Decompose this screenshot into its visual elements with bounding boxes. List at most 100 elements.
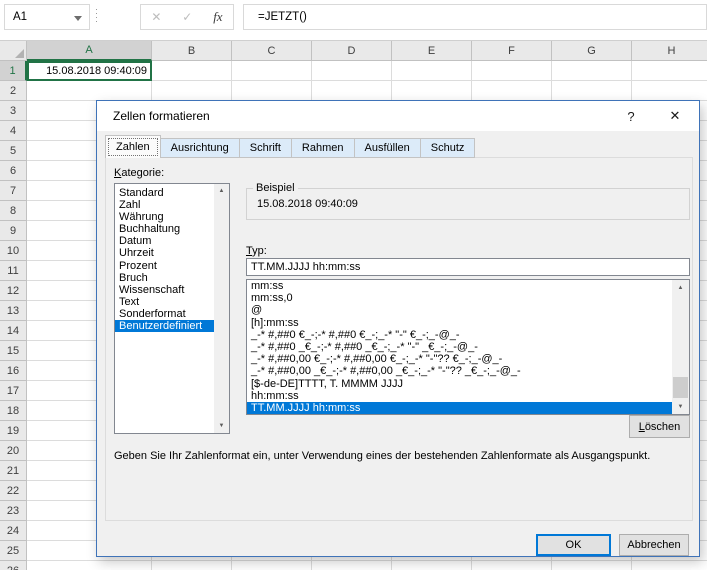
row-header[interactable]: 13 [0,301,27,321]
row-header[interactable]: 6 [0,161,27,181]
dialog-titlebar: Zellen formatieren ? ✕ [97,101,699,131]
row-header[interactable]: 9 [0,221,27,241]
format-item[interactable]: [$-de-DE]TTTT, T. MMMM JJJJ [247,378,672,390]
category-item[interactable]: Benutzerdefiniert [115,320,214,332]
row-header[interactable]: 15 [0,341,27,361]
category-item[interactable]: Uhrzeit [115,247,214,259]
category-item[interactable]: Text [115,296,214,308]
category-item[interactable]: Standard [115,187,214,199]
formula-bar-drag-handle[interactable] [96,9,97,25]
format-item[interactable]: TT.MM.JJJJ hh:mm:ss [247,402,672,414]
column-headers: ABCDEFGH [27,41,707,61]
cancel-entry-icon[interactable]: ✕ [151,10,161,24]
cell-a1-value: 15.08.2018 09:40:09 [46,65,147,77]
format-item[interactable]: mm:ss,0 [247,292,672,304]
dialog-close-icon[interactable]: ✕ [653,101,697,131]
row-header[interactable]: 12 [0,281,27,301]
column-header[interactable]: G [552,41,632,61]
dialog-tabs: ZahlenAusrichtungSchriftRahmenAusfüllenS… [105,135,475,158]
dialog-tab[interactable]: Schutz [421,138,476,158]
confirm-entry-icon[interactable]: ✓ [182,10,192,24]
scrollbar-thumb[interactable] [673,377,688,398]
row-header[interactable]: 25 [0,541,27,561]
dialog-tab[interactable]: Schrift [240,138,292,158]
dialog-help-icon[interactable]: ? [609,101,653,131]
category-item[interactable]: Wissenschaft [115,284,214,296]
select-all-corner[interactable] [0,41,27,61]
format-item[interactable]: _-* #,##0,00 _€_-;-* #,##0,00 _€_-;_-* "… [247,365,672,377]
format-items: mm:ssmm:ss,0@[h]:mm:ss_-* #,##0 €_-;-* #… [247,280,672,414]
ok-button[interactable]: OK [536,534,611,556]
row-header[interactable]: 24 [0,521,27,541]
row-header[interactable]: 5 [0,141,27,161]
category-scrollbar[interactable]: ▲ ▼ [214,184,229,433]
row-headers: 1234567891011121314151617181920212223242… [0,61,27,570]
insert-function-icon[interactable]: fx [213,9,222,25]
row-header[interactable]: 8 [0,201,27,221]
scroll-up-icon[interactable]: ▲ [214,184,229,198]
format-item[interactable]: @ [247,304,672,316]
column-header[interactable]: A [27,41,152,61]
row-header[interactable]: 7 [0,181,27,201]
row-header[interactable]: 10 [0,241,27,261]
format-item[interactable]: _-* #,##0,00 €_-;-* #,##0,00 €_-;_-* "-"… [247,353,672,365]
row-header[interactable]: 14 [0,321,27,341]
dialog-tab[interactable]: Ausrichtung [161,138,240,158]
dialog-tab[interactable]: Zahlen [105,135,161,158]
format-item[interactable]: [h]:mm:ss [247,317,672,329]
dialog-tab[interactable]: Rahmen [292,138,355,158]
scroll-down-icon[interactable]: ▼ [214,419,229,433]
category-items: StandardZahlWährungBuchhaltungDatumUhrze… [115,187,214,332]
row-header[interactable]: 4 [0,121,27,141]
format-listbox: mm:ssmm:ss,0@[h]:mm:ss_-* #,##0 €_-;-* #… [246,279,690,415]
row-header[interactable]: 2 [0,81,27,101]
row-header[interactable]: 18 [0,401,27,421]
category-item[interactable]: Buchhaltung [115,223,214,235]
row-header[interactable]: 19 [0,421,27,441]
column-header[interactable]: E [392,41,472,61]
row-header[interactable]: 26 [0,561,27,570]
column-header[interactable]: H [632,41,707,61]
row-header[interactable]: 22 [0,481,27,501]
format-item[interactable]: hh:mm:ss [247,390,672,402]
row-header[interactable]: 1 [0,61,27,81]
cancel-button[interactable]: Abbrechen [619,534,689,556]
format-item[interactable]: _-* #,##0 €_-;-* #,##0 €_-;_-* "-" €_-;_… [247,329,672,341]
category-item[interactable]: Zahl [115,199,214,211]
category-item[interactable]: Datum [115,235,214,247]
type-input[interactable]: TT.MM.JJJJ hh:mm:ss [246,258,690,276]
category-item[interactable]: Währung [115,211,214,223]
row-header[interactable]: 21 [0,461,27,481]
format-scrollbar[interactable]: ▲ ▼ [672,280,689,414]
category-item[interactable]: Prozent [115,260,214,272]
example-groupbox: Beispiel 15.08.2018 09:40:09 [246,188,690,220]
scroll-down-icon[interactable]: ▼ [672,399,689,414]
row-header[interactable]: 11 [0,261,27,281]
dialog-title: Zellen formatieren [113,101,210,131]
column-header[interactable]: F [472,41,552,61]
numbers-tab-panel: Kategorie: StandardZahlWährungBuchhaltun… [105,157,693,521]
category-item[interactable]: Bruch [115,272,214,284]
scroll-up-icon[interactable]: ▲ [672,280,689,295]
format-item[interactable]: _-* #,##0 _€_-;-* #,##0 _€_-;_-* "-" _€_… [247,341,672,353]
column-header[interactable]: B [152,41,232,61]
type-label: Typ: [246,245,267,257]
format-cells-dialog: Zellen formatieren ? ✕ ZahlenAusrichtung… [96,100,700,557]
formula-bar-buttons: ✕ ✓ fx [140,4,234,30]
row-header[interactable]: 20 [0,441,27,461]
example-value: 15.08.2018 09:40:09 [257,198,358,210]
category-item[interactable]: Sonderformat [115,308,214,320]
row-header[interactable]: 23 [0,501,27,521]
row-header[interactable]: 3 [0,101,27,121]
name-box[interactable]: A1 [4,4,90,30]
format-item[interactable]: mm:ss [247,280,672,292]
column-header[interactable]: D [312,41,392,61]
column-header[interactable]: C [232,41,312,61]
row-header[interactable]: 17 [0,381,27,401]
name-box-dropdown-icon[interactable] [74,16,82,21]
cell-a1[interactable]: 15.08.2018 09:40:09 [27,61,152,81]
formula-input[interactable]: =JETZT() [243,4,707,30]
dialog-tab[interactable]: Ausfüllen [355,138,421,158]
delete-button[interactable]: Löschen [629,415,690,438]
row-header[interactable]: 16 [0,361,27,381]
